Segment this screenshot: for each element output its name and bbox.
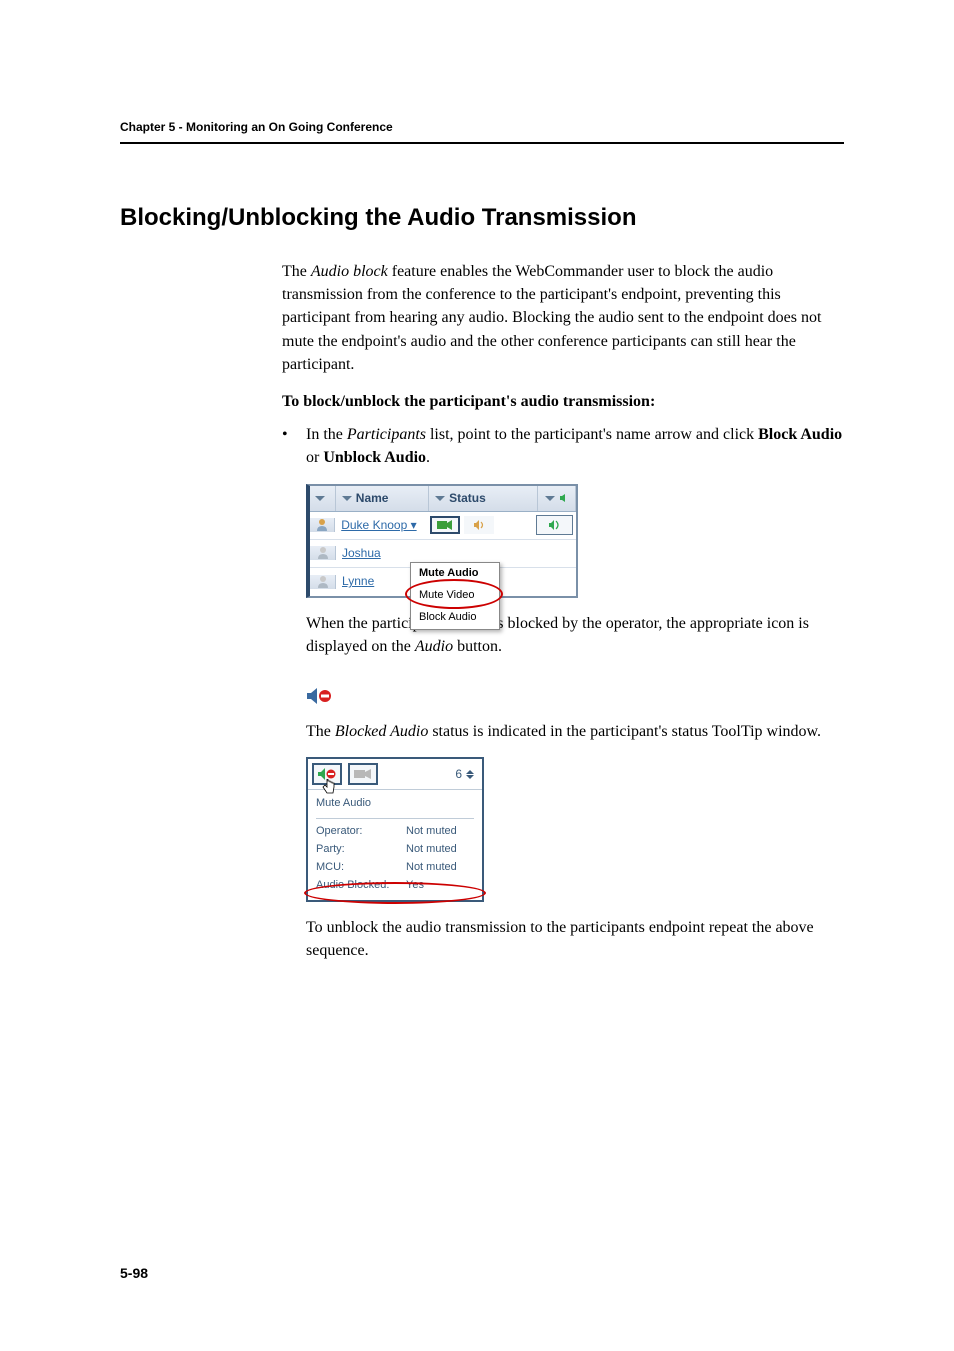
tooltip-label: MCU: [316, 860, 406, 876]
intro-prefix: The [282, 263, 311, 280]
bullet-or: or [306, 449, 323, 466]
block-audio-label: Block Audio [758, 426, 842, 443]
section-title: Blocking/Unblocking the Audio Transmissi… [120, 204, 844, 232]
header-status[interactable]: Status [429, 486, 538, 511]
tooltip-row: MCU: Not muted [308, 859, 482, 877]
stepper-arrows[interactable] [466, 770, 474, 779]
speaker-icon [559, 493, 569, 503]
header-name-label: Name [356, 491, 389, 505]
bullet-mid: list, point to the participant's name ar… [426, 426, 758, 443]
after-table-prefix: When the participant's audio is blocked … [306, 615, 809, 655]
tooltip-value: Yes [406, 878, 424, 894]
audio-button-term: Audio [415, 638, 453, 655]
camera-icon [437, 520, 453, 530]
row-name-cell[interactable]: Joshua [336, 545, 430, 562]
bullet-prefix: In the [306, 426, 347, 443]
context-menu: Mute Audio Mute Video Block Audio [410, 562, 500, 630]
table-row: Duke Knoop ▾ [310, 512, 576, 540]
tooltip-row: Operator: Not muted [308, 823, 482, 841]
feature-name: Audio block [311, 263, 388, 280]
video-status-button[interactable] [430, 516, 460, 534]
tooltip-value: Not muted [406, 842, 457, 858]
after-table-paragraph: When the participant's audio is blocked … [306, 612, 844, 658]
row-icon-cell [310, 546, 336, 560]
speaker-icon [473, 519, 485, 531]
blocked-audio-term: Blocked Audio [335, 723, 428, 740]
cursor-hand-icon [322, 779, 336, 800]
header-name[interactable]: Name [336, 486, 429, 511]
row-icon-cell [310, 575, 336, 589]
chevron-up-icon [466, 770, 474, 774]
blocked-status-suffix: status is indicated in the participant's… [428, 723, 821, 740]
row-icon-cell [310, 518, 335, 532]
header-status-label: Status [449, 491, 486, 505]
intro-paragraph: The Audio block feature enables the WebC… [282, 260, 844, 376]
after-table-suffix: button. [453, 638, 502, 655]
page-number: 5-98 [120, 1265, 148, 1281]
blocked-status-prefix: The [306, 723, 335, 740]
tooltip-value: Not muted [406, 860, 457, 876]
speaker-green-icon [548, 519, 562, 531]
tooltip-blocked-row: Audio Blocked: Yes [308, 877, 482, 900]
caret-down-icon [435, 496, 445, 501]
header-rule [120, 142, 844, 144]
table-header-row: Name Status [310, 486, 576, 512]
tooltip-divider [316, 818, 474, 819]
participant-name-link[interactable]: Lynne [336, 568, 380, 594]
bullet-text: In the Participants list, point to the p… [306, 423, 844, 469]
header-end-col[interactable] [538, 486, 576, 511]
audio-status-button[interactable] [464, 516, 494, 534]
video-button[interactable] [348, 763, 378, 785]
person-icon [315, 518, 329, 532]
row-end-cell [536, 515, 573, 535]
tooltip-figure: 6 Mute Audio Operator: Not muted Party: … [306, 757, 484, 902]
tooltip-label: Party: [316, 842, 406, 858]
participants-table: Name Status Duke Knoop ▾ [306, 484, 578, 598]
unblock-paragraph: To unblock the audio transmission to the… [306, 916, 844, 962]
tooltip-row: Party: Not muted [308, 841, 482, 859]
table-row: Joshua Mute Audio Mute Video Block Audio [310, 540, 576, 568]
menu-mute-video[interactable]: Mute Video [411, 585, 499, 607]
bullet-end: . [426, 449, 430, 466]
participants-list-name: Participants [347, 426, 426, 443]
blocked-audio-icon [306, 686, 332, 706]
tooltip-label: Audio Blocked: [316, 878, 406, 894]
chapter-header: Chapter 5 - Monitoring an On Going Confe… [120, 120, 844, 134]
tooltip-number-value: 6 [455, 766, 462, 783]
menu-mute-audio[interactable]: Mute Audio [411, 563, 499, 585]
procedure-heading: To block/unblock the participant's audio… [282, 390, 844, 413]
row-status-cell [426, 512, 533, 538]
participant-name-link[interactable]: Joshua [336, 540, 387, 566]
camera-grey-icon [354, 768, 372, 780]
row-name-cell[interactable]: Duke Knoop ▾ [335, 517, 426, 534]
unblock-audio-label: Unblock Audio [323, 449, 426, 466]
speaker-blocked-icon [306, 686, 332, 706]
tooltip-value: Not muted [406, 824, 457, 840]
person-icon [316, 575, 330, 589]
caret-down-icon [342, 496, 352, 501]
caret-down-icon [315, 496, 325, 501]
blocked-status-paragraph: The Blocked Audio status is indicated in… [306, 720, 844, 743]
participant-name-link[interactable]: Duke Knoop ▾ [335, 512, 422, 538]
chevron-down-icon [466, 775, 474, 779]
header-icon-col[interactable] [310, 486, 336, 511]
bullet-marker: • [282, 423, 306, 469]
person-icon [316, 546, 330, 560]
tooltip-label: Operator: [316, 824, 406, 840]
menu-block-audio[interactable]: Block Audio [411, 607, 499, 629]
tooltip-number: 6 [455, 766, 478, 783]
bullet-item: • In the Participants list, point to the… [282, 423, 844, 469]
participants-figure: Name Status Duke Knoop ▾ [306, 484, 844, 598]
caret-down-icon [545, 496, 555, 501]
